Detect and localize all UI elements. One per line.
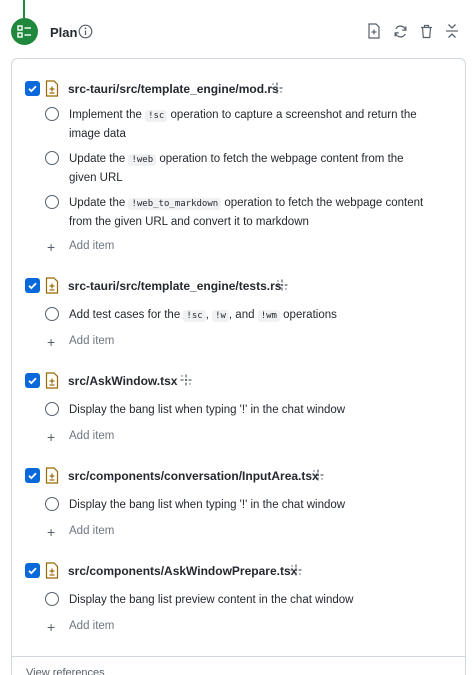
file-checkbox[interactable] (25, 468, 40, 483)
task-radio[interactable] (45, 107, 59, 121)
check-icon (28, 85, 37, 93)
file-path[interactable]: src/components/conversation/InputArea.ts… (68, 469, 319, 483)
sparkle-icon[interactable] (310, 467, 326, 483)
plus-icon: + (47, 239, 56, 255)
collapse-icon[interactable] (443, 22, 461, 40)
task-radio[interactable] (45, 151, 59, 165)
file-checkbox[interactable] (25, 278, 40, 293)
task-text: Display the bang list preview content in… (69, 594, 354, 606)
add-item-label: Add item (69, 525, 115, 537)
add-item-button[interactable]: + Add item (12, 618, 212, 636)
info-icon[interactable] (78, 24, 93, 39)
file-plus-icon (45, 277, 59, 294)
task-item: Display the bang list when typing '!' in… (12, 496, 452, 514)
plus-icon: + (47, 524, 56, 540)
task-text: Update the !web_to_markdown operation to… (69, 197, 424, 228)
task-text: Display the bang list when typing '!' in… (69, 499, 346, 511)
file-row: src/components/conversation/InputArea.ts… (12, 466, 452, 486)
file-row: src-tauri/src/template_engine/tests.rs (12, 276, 452, 296)
new-file-icon[interactable] (365, 22, 383, 40)
add-item-label: Add item (69, 240, 115, 252)
sparkle-icon[interactable] (269, 80, 285, 96)
code-token: !web_to_markdown (128, 198, 222, 210)
task-item: Display the bang list preview content in… (12, 591, 452, 609)
file-checkbox[interactable] (25, 373, 40, 388)
plan-header: Plan (0, 0, 474, 58)
sparkle-icon[interactable] (274, 277, 290, 293)
view-references-link[interactable]: View references (26, 667, 105, 675)
file-row: src-tauri/src/template_engine/mod.rs (12, 79, 452, 99)
task-radio[interactable] (45, 195, 59, 209)
task-item: Display the bang list when typing '!' in… (12, 401, 452, 419)
add-item-button[interactable]: + Add item (12, 523, 212, 541)
refresh-icon[interactable] (391, 22, 409, 40)
plan-card: View references src-tauri/src/template_e… (11, 58, 466, 675)
task-item: Update the !web operation to fetch the w… (12, 150, 452, 186)
add-item-button[interactable]: + Add item (12, 333, 212, 351)
task-radio[interactable] (45, 592, 59, 606)
task-text: Add test cases for the !sc, !w, and !wm … (69, 309, 337, 322)
file-plus-icon (45, 467, 59, 484)
task-item: Implement the !sc operation to capture a… (12, 106, 452, 142)
check-icon (28, 377, 37, 385)
task-radio[interactable] (45, 307, 59, 321)
task-radio[interactable] (45, 402, 59, 416)
add-item-button[interactable]: + Add item (12, 238, 212, 256)
file-checkbox[interactable] (25, 563, 40, 578)
add-item-button[interactable]: + Add item (12, 428, 212, 446)
sparkle-icon[interactable] (178, 372, 194, 388)
file-row: src/AskWindow.tsx (12, 371, 452, 391)
code-token: !wm (257, 310, 280, 322)
plus-icon: + (47, 619, 56, 635)
file-row: src/components/AskWindowPrepare.tsx (12, 561, 452, 581)
code-token: !sc (183, 310, 206, 322)
task-text: Update the !web operation to fetch the w… (69, 153, 404, 184)
task-item: Add test cases for the !sc, !w, and !wm … (12, 306, 452, 324)
file-path[interactable]: src/AskWindow.tsx (68, 374, 177, 388)
sparkle-icon[interactable] (288, 562, 304, 578)
add-item-label: Add item (69, 335, 115, 347)
file-checkbox[interactable] (25, 81, 40, 96)
add-item-label: Add item (69, 430, 115, 442)
plus-icon: + (47, 429, 56, 445)
code-token: !w (212, 310, 229, 322)
task-item: Update the !web_to_markdown operation to… (12, 194, 452, 230)
check-icon (28, 282, 37, 290)
task-radio[interactable] (45, 497, 59, 511)
file-plus-icon (45, 562, 59, 579)
code-token: !sc (145, 110, 168, 122)
file-path[interactable]: src-tauri/src/template_engine/tests.rs (68, 279, 281, 293)
plus-icon: + (47, 334, 56, 350)
code-token: !web (128, 154, 157, 166)
file-plus-icon (45, 80, 59, 97)
check-icon (28, 472, 37, 480)
file-plus-icon (45, 372, 59, 389)
page-title: Plan (50, 25, 78, 40)
add-item-label: Add item (69, 620, 115, 632)
check-icon (28, 567, 37, 575)
file-path[interactable]: src-tauri/src/template_engine/mod.rs (68, 82, 279, 96)
divider (12, 656, 465, 657)
trash-icon[interactable] (417, 22, 435, 40)
checklist-icon (11, 18, 38, 45)
task-text: Display the bang list when typing '!' in… (69, 404, 346, 416)
task-text: Implement the !sc operation to capture a… (69, 109, 417, 140)
file-path[interactable]: src/components/AskWindowPrepare.tsx (68, 564, 297, 578)
